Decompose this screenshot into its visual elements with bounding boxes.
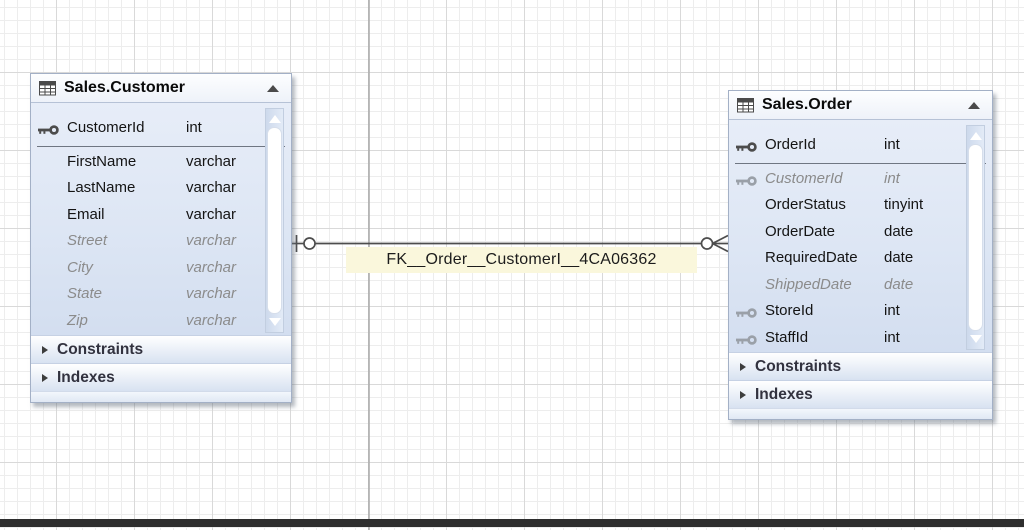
table-header[interactable]: Sales.Order <box>729 91 992 120</box>
column-row[interactable]: OrderStatus tinyint <box>729 193 992 220</box>
scroll-down-icon[interactable] <box>269 318 281 326</box>
column-row[interactable]: Zip varchar <box>31 309 291 336</box>
relationship-label[interactable]: FK__Order__CustomerI__4CA06362 <box>346 247 697 273</box>
section-row-constraints[interactable]: Constraints <box>31 335 291 363</box>
column-type: varchar <box>186 232 236 249</box>
expand-icon[interactable] <box>42 346 48 354</box>
column-name: RequiredDate <box>765 249 858 266</box>
section-label: Indexes <box>57 369 115 387</box>
column-row[interactable]: LastName varchar <box>31 176 291 203</box>
column-type: int <box>884 302 900 319</box>
table-card-sales-order[interactable]: Sales.Order OrderId int <box>728 90 993 420</box>
expand-icon[interactable] <box>42 374 48 382</box>
section-row-indexes[interactable]: Indexes <box>31 363 291 391</box>
table-scrollbar[interactable] <box>265 108 284 333</box>
table-card-sales-customer[interactable]: Sales.Customer CustomerId int FirstName … <box>30 73 292 403</box>
column-name: OrderStatus <box>765 196 846 213</box>
column-row[interactable]: OrderDate date <box>729 220 992 247</box>
table-footer <box>31 391 291 402</box>
column-name: FirstName <box>67 153 136 170</box>
column-row[interactable]: StoreId int <box>729 299 992 326</box>
crowfoot-bottom <box>713 244 729 252</box>
crowfoot-top <box>713 236 729 244</box>
column-type: varchar <box>186 312 236 329</box>
foreign-key-icon <box>736 306 760 318</box>
column-type: date <box>884 223 913 240</box>
table-icon <box>39 81 56 96</box>
table-columns-area: CustomerId int FirstName varchar LastNam… <box>31 103 291 335</box>
column-row[interactable]: CustomerId int <box>729 167 992 194</box>
expand-icon[interactable] <box>740 391 746 399</box>
column-name: Street <box>67 232 107 249</box>
canvas-bottom-edge <box>0 519 1024 527</box>
column-type: varchar <box>186 153 236 170</box>
column-name: City <box>67 259 93 276</box>
column-name: ShippedDate <box>765 276 852 293</box>
column-row[interactable]: State varchar <box>31 282 291 309</box>
column-name: CustomerId <box>765 170 843 187</box>
table-title: Sales.Customer <box>64 79 259 97</box>
column-type: varchar <box>186 206 236 223</box>
primary-key-icon <box>736 140 760 152</box>
column-name: StaffId <box>765 329 808 346</box>
column-row[interactable]: CustomerId int <box>31 116 291 143</box>
section-row-indexes[interactable]: Indexes <box>729 380 992 408</box>
column-type: int <box>884 170 900 187</box>
column-name: OrderId <box>765 136 816 153</box>
column-type: date <box>884 249 913 266</box>
table-scrollbar[interactable] <box>966 125 985 350</box>
column-row[interactable]: ShippedDate date <box>729 273 992 300</box>
section-label: Indexes <box>755 386 813 404</box>
table-icon <box>737 98 754 113</box>
section-label: Constraints <box>755 358 841 376</box>
scroll-thumb[interactable] <box>968 144 983 331</box>
table-footer <box>729 408 992 419</box>
foreign-key-icon <box>736 333 760 345</box>
table-columns-area: OrderId int CustomerId int OrderStatus t… <box>729 120 992 352</box>
primary-key-icon <box>38 123 62 135</box>
scroll-up-icon[interactable] <box>269 115 281 123</box>
column-row[interactable]: Email varchar <box>31 203 291 230</box>
column-type: varchar <box>186 259 236 276</box>
column-row[interactable]: FirstName varchar <box>31 150 291 177</box>
primary-key-separator <box>37 146 285 147</box>
column-name: Zip <box>67 312 88 329</box>
column-type: int <box>186 119 202 136</box>
column-row[interactable]: StaffId int <box>729 326 992 353</box>
scroll-down-icon[interactable] <box>970 335 982 343</box>
section-label: Constraints <box>57 341 143 359</box>
column-name: State <box>67 285 102 302</box>
cardinality-circle-right <box>702 238 713 249</box>
scroll-up-icon[interactable] <box>970 132 982 140</box>
column-row[interactable]: Street varchar <box>31 229 291 256</box>
collapse-table-button[interactable] <box>968 102 980 109</box>
column-type: tinyint <box>884 196 923 213</box>
foreign-key-icon <box>736 174 760 186</box>
scroll-thumb[interactable] <box>267 127 282 314</box>
column-row[interactable]: OrderId int <box>729 133 992 160</box>
column-type: date <box>884 276 913 293</box>
cardinality-circle-left <box>304 238 315 249</box>
column-row[interactable]: City varchar <box>31 256 291 283</box>
column-type: int <box>884 136 900 153</box>
collapse-table-button[interactable] <box>267 85 279 92</box>
column-name: OrderDate <box>765 223 835 240</box>
column-row[interactable]: RequiredDate date <box>729 246 992 273</box>
diagram-canvas: FK__Order__CustomerI__4CA06362 Sales.Cus… <box>0 0 1024 530</box>
column-type: varchar <box>186 285 236 302</box>
column-name: CustomerId <box>67 119 145 136</box>
primary-key-separator <box>735 163 986 164</box>
table-title: Sales.Order <box>762 96 960 114</box>
column-name: LastName <box>67 179 135 196</box>
table-header[interactable]: Sales.Customer <box>31 74 291 103</box>
column-type: int <box>884 329 900 346</box>
section-row-constraints[interactable]: Constraints <box>729 352 992 380</box>
expand-icon[interactable] <box>740 363 746 371</box>
column-name: Email <box>67 206 105 223</box>
column-type: varchar <box>186 179 236 196</box>
column-name: StoreId <box>765 302 813 319</box>
